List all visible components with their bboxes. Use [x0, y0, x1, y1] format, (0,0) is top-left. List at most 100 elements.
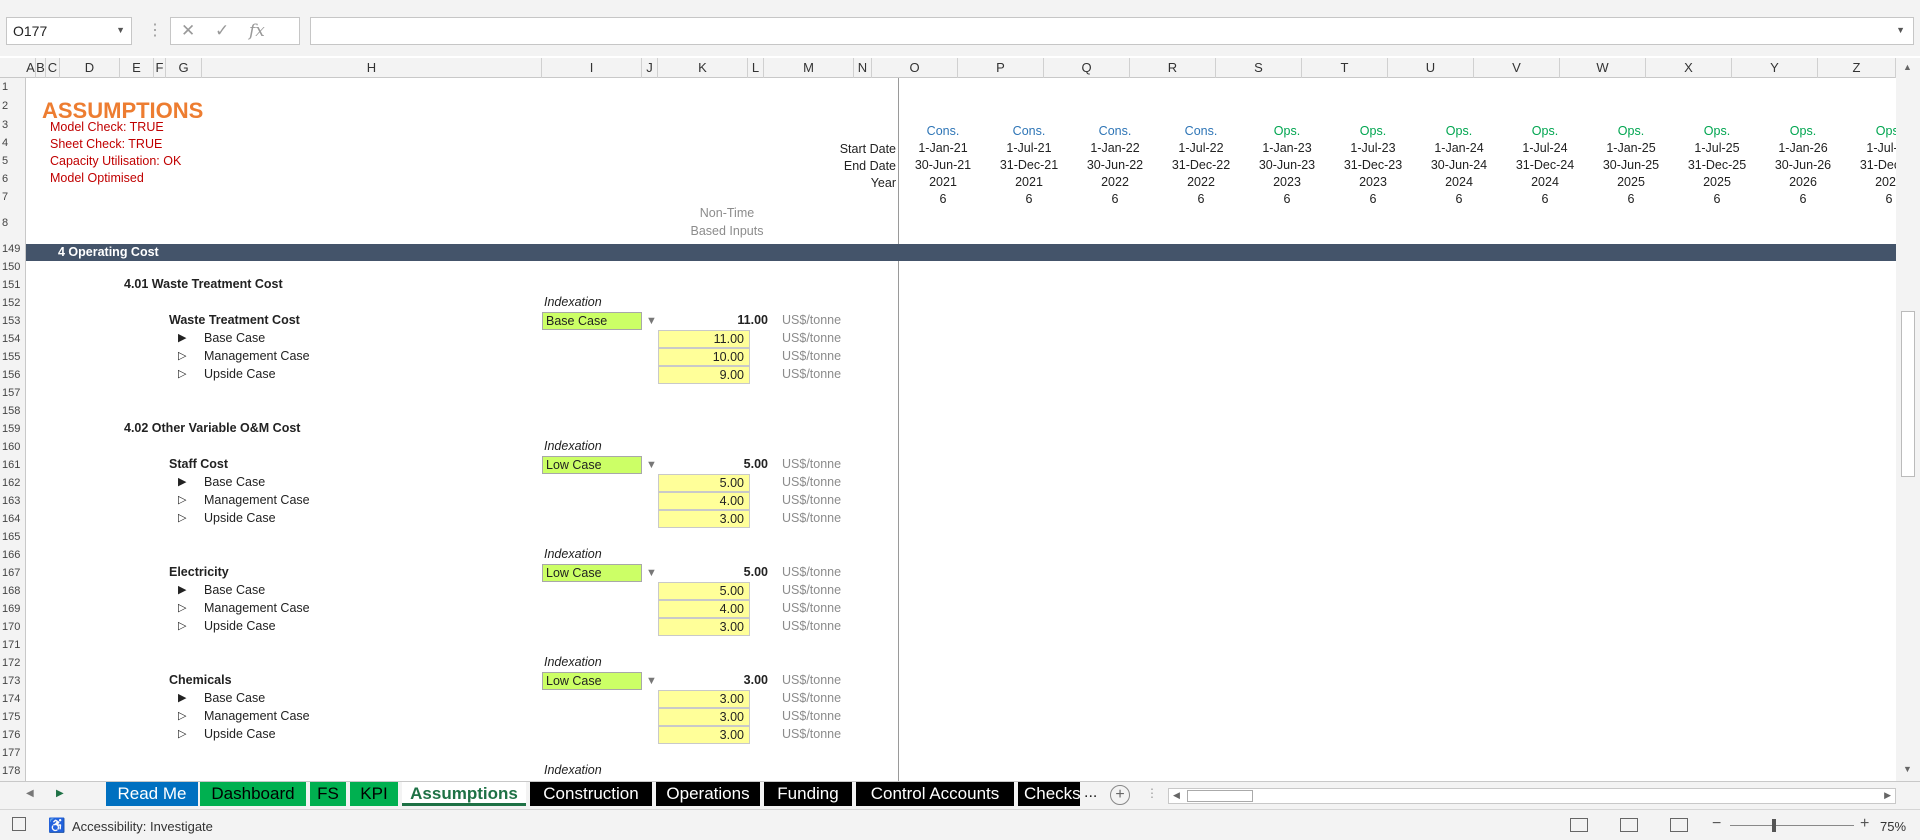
row-header-149[interactable]: 149 — [0, 240, 25, 258]
accessibility-icon[interactable]: ♿ — [48, 817, 65, 834]
row-header-172[interactable]: 172 — [0, 654, 25, 672]
scroll-thumb[interactable] — [1901, 311, 1915, 477]
tab-read-me[interactable]: Read Me — [106, 782, 198, 806]
column-header-z[interactable]: Z — [1818, 58, 1896, 78]
scroll-up-icon[interactable]: ▲ — [1903, 62, 1912, 72]
row-header-154[interactable]: 154 — [0, 330, 25, 348]
scroll-right-icon[interactable]: ▶ — [1884, 790, 1891, 801]
case-selector[interactable]: Low Case — [542, 564, 642, 582]
macro-record-icon[interactable] — [12, 817, 26, 831]
column-header-u[interactable]: U — [1388, 58, 1474, 78]
dropdown-arrow-icon[interactable]: ▼ — [646, 459, 657, 471]
row-header-156[interactable]: 156 — [0, 366, 25, 384]
row-header-175[interactable]: 175 — [0, 708, 25, 726]
horizontal-scrollbar[interactable]: ◀ ▶ — [1168, 788, 1896, 804]
tab-funding[interactable]: Funding — [764, 782, 852, 806]
row-header-163[interactable]: 163 — [0, 492, 25, 510]
scroll-left-icon[interactable]: ◀ — [1173, 790, 1180, 801]
row-header-157[interactable]: 157 — [0, 384, 25, 402]
row-header-167[interactable]: 167 — [0, 564, 25, 582]
zoom-level[interactable]: 75% — [1880, 819, 1906, 834]
column-header-m[interactable]: M — [764, 58, 854, 78]
tab-control-accounts[interactable]: Control Accounts — [856, 782, 1014, 806]
column-header-v[interactable]: V — [1474, 58, 1560, 78]
column-header-c[interactable]: C — [46, 58, 60, 78]
next-sheet-icon[interactable]: ▶ — [56, 788, 64, 799]
tab-checks[interactable]: Checks — [1018, 782, 1081, 806]
zoom-slider-track[interactable] — [1730, 825, 1854, 826]
row-header-162[interactable]: 162 — [0, 474, 25, 492]
dropdown-arrow-icon[interactable]: ▼ — [646, 675, 657, 687]
case-value-input[interactable]: 3.00 — [658, 510, 750, 528]
accessibility-status[interactable]: Accessibility: Investigate — [72, 819, 213, 834]
row-header-168[interactable]: 168 — [0, 582, 25, 600]
play-filled-icon[interactable]: ▶ — [178, 691, 186, 704]
column-header-l[interactable]: L — [748, 58, 764, 78]
tab-kpi[interactable]: KPI — [350, 782, 398, 806]
row-header-166[interactable]: 166 — [0, 546, 25, 564]
column-header-h[interactable]: H — [202, 58, 542, 78]
tab-operations[interactable]: Operations — [656, 782, 760, 806]
row-header-4[interactable]: 4 — [0, 134, 25, 152]
case-value-input[interactable]: 3.00 — [658, 726, 750, 744]
row-header-171[interactable]: 171 — [0, 636, 25, 654]
column-header-y[interactable]: Y — [1732, 58, 1818, 78]
play-outline-icon[interactable]: ▷ — [178, 619, 186, 632]
cancel-icon[interactable]: ✕ — [181, 21, 195, 41]
row-header-5[interactable]: 5 — [0, 152, 25, 170]
column-header-t[interactable]: T — [1302, 58, 1388, 78]
column-header-e[interactable]: E — [120, 58, 154, 78]
add-sheet-icon[interactable]: + — [1110, 785, 1130, 805]
case-value-input[interactable]: 4.00 — [658, 600, 750, 618]
column-header-a[interactable]: A — [26, 58, 36, 78]
row-header-7[interactable]: 7 — [0, 188, 25, 206]
chevron-down-icon[interactable]: ▼ — [116, 25, 125, 35]
insert-function-icon[interactable]: fx — [249, 21, 265, 41]
row-header-150[interactable]: 150 — [0, 258, 25, 276]
dropdown-arrow-icon[interactable]: ▼ — [646, 315, 657, 327]
tab-assumptions[interactable]: Assumptions — [402, 782, 526, 806]
row-header-173[interactable]: 173 — [0, 672, 25, 690]
normal-view-icon[interactable] — [1570, 818, 1588, 832]
scroll-down-icon[interactable]: ▼ — [1903, 764, 1912, 774]
play-outline-icon[interactable]: ▷ — [178, 349, 186, 362]
case-value-input[interactable]: 10.00 — [658, 348, 750, 366]
row-header-155[interactable]: 155 — [0, 348, 25, 366]
formula-input[interactable]: ▼ — [310, 17, 1914, 45]
row-header-160[interactable]: 160 — [0, 438, 25, 456]
row-header-176[interactable]: 176 — [0, 726, 25, 744]
split-handle-icon[interactable]: ⋮ — [1146, 786, 1158, 800]
row-header-178[interactable]: 178 — [0, 762, 25, 780]
play-outline-icon[interactable]: ▷ — [178, 601, 186, 614]
column-header-b[interactable]: B — [36, 58, 46, 78]
hscroll-thumb[interactable] — [1187, 790, 1253, 802]
zoom-in-icon[interactable]: + — [1860, 815, 1869, 833]
play-filled-icon[interactable]: ▶ — [178, 583, 186, 596]
column-header-j[interactable]: J — [642, 58, 658, 78]
name-box[interactable]: O177 ▼ — [6, 17, 132, 45]
expand-formula-icon[interactable]: ▼ — [1896, 25, 1905, 35]
zoom-out-icon[interactable]: − — [1712, 815, 1721, 833]
row-header-151[interactable]: 151 — [0, 276, 25, 294]
play-outline-icon[interactable]: ▷ — [178, 511, 186, 524]
column-header-p[interactable]: P — [958, 58, 1044, 78]
zoom-slider-thumb[interactable] — [1772, 819, 1776, 832]
row-header-164[interactable]: 164 — [0, 510, 25, 528]
column-header-o[interactable]: O — [872, 58, 958, 78]
row-header-3[interactable]: 3 — [0, 116, 25, 134]
case-value-input[interactable]: 5.00 — [658, 474, 750, 492]
play-filled-icon[interactable]: ▶ — [178, 331, 186, 344]
case-selector[interactable]: Low Case — [542, 456, 642, 474]
tab-dashboard[interactable]: Dashboard — [200, 782, 306, 806]
column-header-s[interactable]: S — [1216, 58, 1302, 78]
row-header-174[interactable]: 174 — [0, 690, 25, 708]
prev-sheet-icon[interactable]: ◀ — [26, 788, 34, 799]
row-header-153[interactable]: 153 — [0, 312, 25, 330]
case-value-input[interactable]: 4.00 — [658, 492, 750, 510]
play-outline-icon[interactable]: ▷ — [178, 727, 186, 740]
more-sheets-button[interactable]: ... — [1084, 784, 1097, 802]
row-header-2[interactable]: 2 — [0, 96, 25, 116]
case-value-input[interactable]: 3.00 — [658, 690, 750, 708]
column-header-q[interactable]: Q — [1044, 58, 1130, 78]
row-header-152[interactable]: 152 — [0, 294, 25, 312]
